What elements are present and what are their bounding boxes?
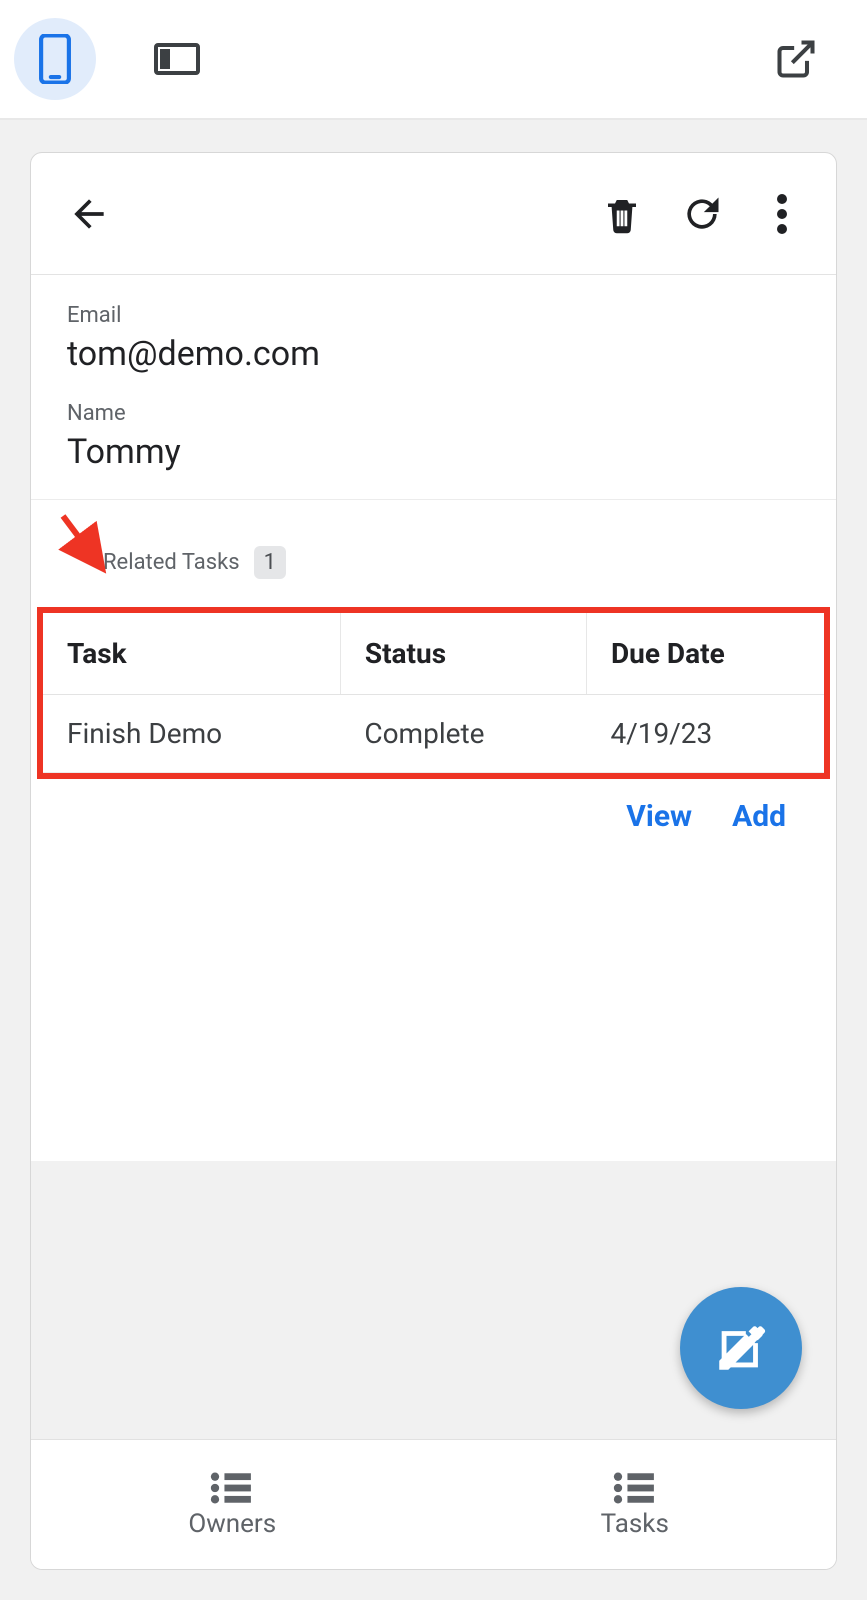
related-table: Task Status Due Date Finish Demo Complet…: [43, 613, 824, 773]
nav-label: Owners: [188, 1509, 276, 1539]
related-table-highlight: Task Status Due Date Finish Demo Complet…: [37, 607, 830, 779]
refresh-icon: [680, 192, 724, 236]
col-due-date[interactable]: Due Date: [586, 613, 824, 695]
compose-icon: [712, 1319, 770, 1377]
nav-label: Tasks: [601, 1509, 669, 1539]
preview-workspace: Email tom@demo.com Name Tommy: [0, 120, 867, 1600]
cell-status: Complete: [340, 694, 586, 772]
col-status[interactable]: Status: [340, 613, 586, 695]
record-header: [31, 153, 836, 275]
trash-icon: [601, 191, 643, 237]
tablet-icon: [154, 41, 200, 77]
view-link[interactable]: View: [626, 799, 692, 834]
nav-tasks[interactable]: Tasks: [434, 1440, 837, 1569]
related-actions: View Add: [31, 779, 836, 834]
detail-section: Email tom@demo.com Name Tommy: [31, 275, 836, 500]
preview-empty-area: [31, 1161, 836, 1439]
add-link[interactable]: Add: [732, 799, 786, 834]
mobile-preview-button[interactable]: [14, 18, 96, 100]
more-vertical-icon: [777, 194, 787, 234]
open-external-button[interactable]: [755, 18, 837, 100]
back-button[interactable]: [59, 184, 119, 244]
related-header: Related Tasks 1: [31, 500, 836, 603]
field-email[interactable]: Email tom@demo.com: [67, 303, 800, 375]
related-count-badge: 1: [254, 546, 286, 579]
delete-button[interactable]: [592, 184, 652, 244]
related-section: Related Tasks 1 Task Status Due Date: [31, 500, 836, 1569]
refresh-button[interactable]: [672, 184, 732, 244]
field-name[interactable]: Name Tommy: [67, 401, 800, 473]
nav-owners[interactable]: Owners: [31, 1440, 434, 1569]
col-task[interactable]: Task: [43, 613, 340, 695]
preview-device: Email tom@demo.com Name Tommy: [30, 152, 837, 1570]
more-menu-button[interactable]: [752, 184, 812, 244]
list-icon: [209, 1471, 255, 1505]
open-external-icon: [774, 37, 818, 81]
tablet-preview-button[interactable]: [136, 18, 218, 100]
field-label: Email: [67, 303, 800, 328]
list-icon: [612, 1471, 658, 1505]
edit-fab[interactable]: [680, 1287, 802, 1409]
arrow-back-icon: [67, 192, 111, 236]
field-value: Tommy: [67, 432, 800, 473]
related-title: Related Tasks: [103, 550, 240, 575]
field-value: tom@demo.com: [67, 334, 800, 375]
cell-due: 4/19/23: [586, 694, 824, 772]
mobile-icon: [38, 34, 72, 84]
cell-task: Finish Demo: [43, 694, 340, 772]
field-label: Name: [67, 401, 800, 426]
table-row[interactable]: Finish Demo Complete 4/19/23: [43, 694, 824, 772]
table-header-row: Task Status Due Date: [43, 613, 824, 695]
bottom-nav: Owners Tasks: [31, 1439, 836, 1569]
device-preview-toolbar: [0, 0, 867, 120]
